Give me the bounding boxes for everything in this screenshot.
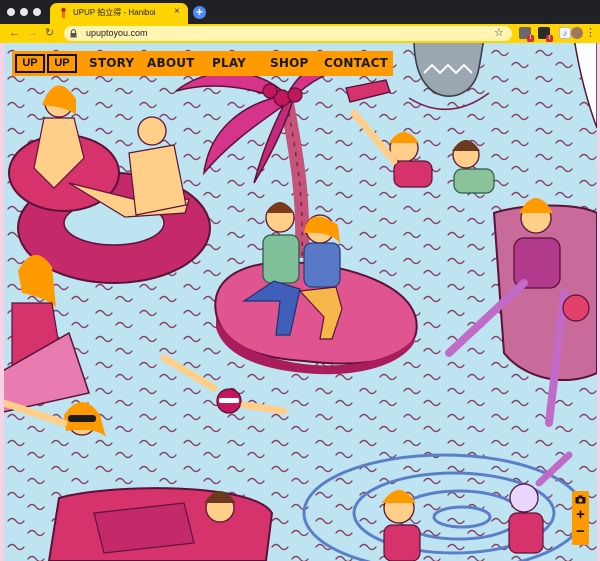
zoom-control: + − bbox=[572, 491, 589, 545]
nav-contact[interactable]: CONTACT bbox=[324, 55, 388, 72]
tab-close-icon[interactable]: × bbox=[174, 6, 180, 18]
nav-shop[interactable]: SHOP bbox=[270, 55, 308, 72]
logo-up-right: UP bbox=[47, 54, 77, 73]
new-tab-button[interactable]: + bbox=[193, 6, 206, 19]
nav-play[interactable]: PLAY bbox=[212, 55, 246, 72]
browser-tab[interactable]: UPUP 拍立得 - Haniboi × bbox=[50, 3, 188, 24]
tab-title: UPUP 拍立得 - Haniboi bbox=[73, 8, 156, 17]
minimize-window-icon[interactable] bbox=[20, 8, 28, 16]
forward-button[interactable]: → bbox=[27, 26, 38, 40]
bookmark-star-icon[interactable]: ☆ bbox=[494, 26, 504, 40]
figure-favicon-icon bbox=[61, 7, 66, 18]
reload-button[interactable]: ↻ bbox=[45, 26, 54, 40]
back-button[interactable]: ← bbox=[9, 26, 20, 40]
profile-avatar[interactable] bbox=[571, 27, 583, 39]
extension-icon[interactable]: 1 bbox=[538, 27, 553, 42]
address-bar[interactable]: upuptoyou.com ☆ bbox=[64, 26, 512, 41]
zoom-in-button[interactable]: + bbox=[572, 507, 589, 523]
close-window-icon[interactable] bbox=[7, 8, 15, 16]
logo-up-left: UP bbox=[15, 54, 45, 73]
music-extension-icon[interactable]: ♪ bbox=[559, 27, 571, 39]
browser-titlebar: UPUP 拍立得 - Haniboi × + bbox=[0, 0, 600, 24]
site-logo[interactable]: UP UP bbox=[15, 54, 77, 73]
nav-story[interactable]: STORY bbox=[89, 55, 134, 72]
browser-menu-icon[interactable]: ⋮ bbox=[585, 26, 596, 40]
lock-icon bbox=[70, 29, 77, 38]
zoom-out-button[interactable]: − bbox=[572, 524, 589, 540]
extension-badge: 1 bbox=[546, 35, 553, 42]
extension-badge: 1 bbox=[527, 35, 534, 42]
extension-icon[interactable]: 1 bbox=[519, 27, 534, 42]
browser-toolbar: ← → ↻ upuptoyou.com ☆ 1 1 ♪ ⋮ bbox=[0, 24, 600, 43]
boat-couple-bottom bbox=[47, 487, 274, 561]
nav-about[interactable]: ABOUT bbox=[147, 55, 195, 72]
maximize-window-icon[interactable] bbox=[33, 8, 41, 16]
web-page: UP UP STORY ABOUT PLAY SHOP CONTACT + − bbox=[0, 43, 600, 561]
camera-icon[interactable] bbox=[575, 495, 586, 504]
site-navbar: UP UP STORY ABOUT PLAY SHOP CONTACT bbox=[12, 51, 393, 76]
url-text: upuptoyou.com bbox=[86, 28, 148, 38]
illustration-scene bbox=[4, 43, 597, 561]
